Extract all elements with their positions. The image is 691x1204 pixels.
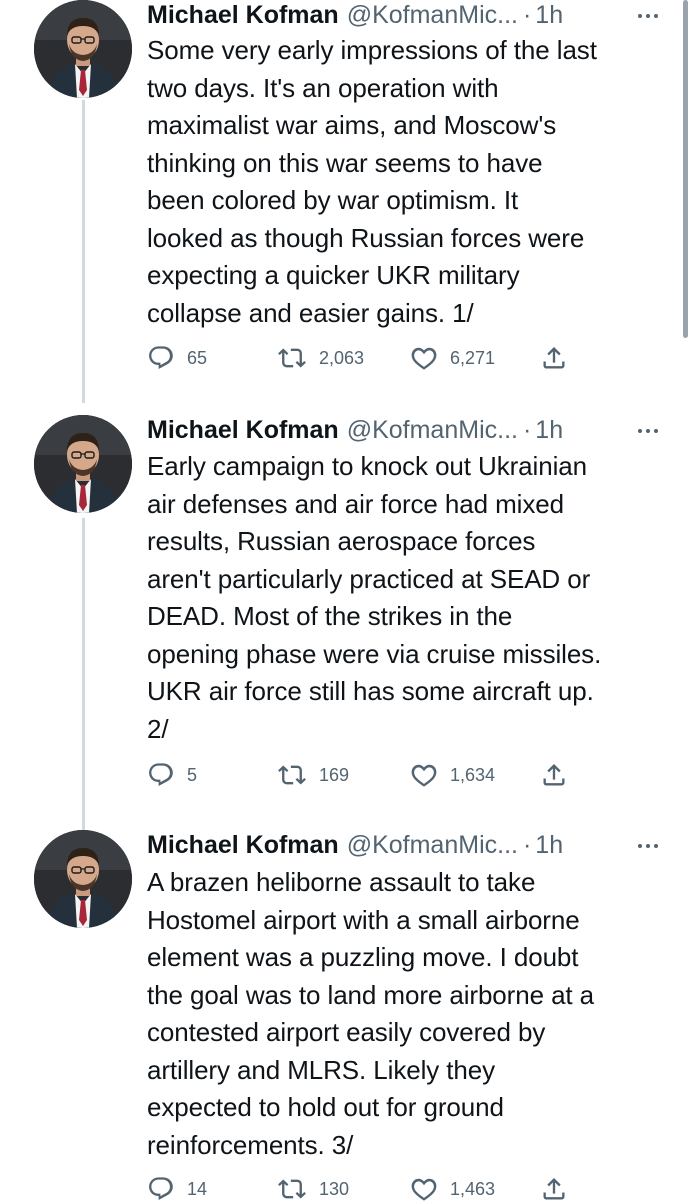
separator-dot: · (522, 1, 532, 29)
profile-photo-icon (34, 0, 132, 98)
share-icon (543, 1178, 565, 1200)
author-name[interactable]: Michael Kofman (147, 0, 339, 30)
more-options-button[interactable] (637, 6, 659, 26)
more-dots-icon (638, 429, 658, 433)
heart-icon (411, 764, 437, 787)
avatar[interactable] (34, 830, 132, 928)
separator-dot: · (522, 831, 532, 859)
like-count: 1,634 (450, 764, 496, 785)
like-button[interactable]: 1,634 (410, 760, 495, 790)
more-dots-icon (638, 844, 658, 848)
author-handle[interactable]: @KofmanMic... (347, 830, 518, 860)
retweet-count: 169 (319, 764, 350, 785)
retweet-button[interactable]: 169 (277, 760, 349, 790)
tweet-timestamp[interactable]: 1h (535, 415, 563, 445)
author-name[interactable]: Michael Kofman (147, 830, 339, 860)
tweet[interactable]: Michael Kofman @KofmanMic... · 1h A braz… (0, 830, 691, 1201)
reply-icon (149, 1177, 173, 1201)
like-count: 6,271 (450, 347, 496, 368)
retweet-button[interactable]: 2,063 (277, 343, 364, 373)
share-button[interactable] (540, 343, 568, 373)
tweet-actions: 65 2,063 6,271 (147, 343, 577, 373)
tweet-text: Early campaign to knock out Ukrainian ai… (147, 451, 602, 744)
more-options-button[interactable] (637, 836, 659, 856)
profile-photo-icon (34, 830, 132, 928)
more-dots-icon (638, 14, 658, 18)
tweet[interactable]: Michael Kofman @KofmanMic... · 1h Some v… (0, 0, 691, 400)
tweet-header: Michael Kofman @KofmanMic... · 1h (147, 830, 563, 860)
more-options-button[interactable] (637, 421, 659, 441)
author-name[interactable]: Michael Kofman (147, 415, 339, 445)
retweet-count: 130 (319, 1178, 350, 1199)
share-icon (543, 764, 565, 786)
avatar[interactable] (34, 0, 132, 98)
tweet-text: Some very early impressions of the last … (147, 35, 597, 328)
share-icon (543, 347, 565, 369)
reply-icon (149, 763, 173, 787)
reply-count: 14 (187, 1178, 208, 1199)
retweet-icon (278, 1179, 306, 1199)
reply-button[interactable]: 5 (147, 760, 197, 790)
author-handle[interactable]: @KofmanMic... (347, 415, 518, 445)
like-button[interactable]: 6,271 (410, 343, 495, 373)
tweet-timestamp[interactable]: 1h (535, 0, 563, 30)
heart-icon (411, 1178, 437, 1201)
like-count: 1,463 (450, 1178, 496, 1199)
retweet-icon (278, 348, 306, 368)
profile-photo-icon (34, 415, 132, 513)
retweet-icon (278, 765, 306, 785)
tweet[interactable]: Michael Kofman @KofmanMic... · 1h Early … (0, 415, 691, 820)
tweet-text: A brazen heliborne assault to take Hosto… (147, 867, 595, 1160)
tweet-header: Michael Kofman @KofmanMic... · 1h (147, 415, 563, 445)
share-button[interactable] (540, 760, 568, 790)
tweet-header: Michael Kofman @KofmanMic... · 1h (147, 0, 563, 30)
tweet-timestamp[interactable]: 1h (535, 830, 563, 860)
reply-button[interactable]: 65 (147, 343, 207, 373)
tweet-actions: 5 169 1,634 (147, 760, 577, 790)
separator-dot: · (522, 416, 532, 444)
avatar[interactable] (34, 415, 132, 513)
retweet-count: 2,063 (319, 347, 365, 368)
heart-icon (411, 347, 437, 370)
reply-icon (149, 346, 173, 370)
author-handle[interactable]: @KofmanMic... (347, 0, 518, 30)
reply-count: 65 (187, 347, 208, 368)
reply-count: 5 (187, 764, 198, 785)
